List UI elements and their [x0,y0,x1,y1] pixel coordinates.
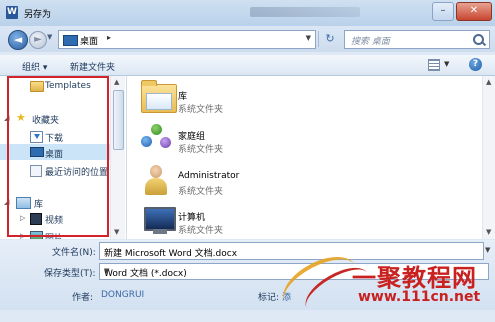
view-dropdown-icon[interactable]: ▼ [444,60,449,68]
forward-button[interactable]: ► [29,31,47,49]
nav-item-downloads[interactable]: 下载 [0,128,110,144]
change-view-icon[interactable] [428,59,440,71]
file-type: 系统文件夹 [178,145,224,155]
nav-item-label: 最近访问的位置 [45,168,109,178]
picture-icon [30,231,43,239]
address-bar[interactable]: 桌面 ▸ ▼ [58,30,316,49]
new-folder-button[interactable]: 新建文件夹 [70,60,115,73]
watermark-text: 一聚教程网 [352,263,477,292]
homegroup-icon [141,124,173,152]
file-name: 计算机 [178,213,206,223]
file-list-pane: 库 系统文件夹 家庭组 系统文件夹 Administrator 系统文件夹 计算… [127,76,482,239]
nav-item-label: Templates [45,81,91,91]
nav-item-pictures[interactable]: ▷ 图片 [0,228,110,239]
download-icon [30,131,43,143]
expand-arrow-icon[interactable]: ▷ [20,232,25,239]
search-input[interactable]: 搜索 桌面 [344,30,490,49]
file-item-computer[interactable]: 计算机 系统文件夹 [127,201,467,239]
nav-item-recent-places[interactable]: 最近访问的位置 [0,162,110,178]
nav-item-templates[interactable]: Templates [0,78,110,94]
file-item-libraries[interactable]: 库 系统文件夹 [127,80,467,118]
recent-places-icon [30,165,42,177]
help-icon[interactable]: ? [469,58,482,71]
nav-item-desktop[interactable]: 桌面 [0,144,110,160]
close-button[interactable]: ✕ [456,2,492,21]
scroll-thumb[interactable] [113,90,124,150]
filename-value[interactable]: 新建 Microsoft Word 文档.docx [104,246,237,259]
file-type: 系统文件夹 [178,226,224,236]
nav-item-label: 库 [34,200,44,210]
author-label: 作者: [72,293,94,303]
nav-item-favorites[interactable]: ◢ ★ 收藏夹 [0,110,110,126]
computer-icon [144,207,176,234]
nav-item-label: 收藏夹 [32,116,60,126]
scroll-down-arrow-icon[interactable]: ▼ [114,228,119,236]
file-type: 系统文件夹 [178,105,224,115]
author-value[interactable]: DONGRUI [101,290,144,300]
scroll-down-arrow-icon[interactable]: ▼ [486,228,491,236]
filename-dropdown-icon[interactable]: ▼ [485,246,490,254]
file-type: 系统文件夹 [178,187,224,197]
address-dropdown-icon[interactable]: ▼ [306,34,311,42]
address-location[interactable]: 桌面 [80,34,98,47]
nav-item-label: 下载 [45,134,64,144]
file-item-homegroup[interactable]: 家庭组 系统文件夹 [127,120,467,158]
filetype-label: 保存类型(T): [44,269,96,279]
library-icon [16,197,31,209]
file-name: 家庭组 [178,132,206,142]
desktop-icon [63,35,78,46]
filename-label: 文件名(N): [52,248,96,258]
word-app-icon: W [6,6,18,19]
nav-pane-scrollbar[interactable]: ▲ ▼ [110,76,125,239]
window-title: 另存为 [24,10,52,20]
nav-item-libraries[interactable]: ◢ 库 [0,194,110,210]
search-placeholder: 搜索 桌面 [351,37,390,47]
desktop-icon [30,147,44,157]
folder-icon [30,81,44,92]
collapse-arrow-icon[interactable]: ◢ [4,198,9,206]
blurred-background-title [250,7,360,17]
expand-arrow-icon[interactable]: ▷ [20,214,25,222]
title-bar: W 另存为 – ✕ [0,0,495,26]
star-icon: ★ [16,111,26,124]
breadcrumb-chevron-icon[interactable]: ▸ [107,33,111,42]
site-watermark: 一聚教程网 www.111cn.net [272,245,495,322]
watermark-url: www.111cn.net [358,289,481,305]
collapse-arrow-icon[interactable]: ◢ [4,114,9,122]
minimize-button[interactable]: – [432,2,454,21]
search-icon[interactable] [473,34,484,45]
library-folder-icon [141,80,177,113]
nav-item-label: 视频 [45,216,64,226]
command-toolbar: 组织 ▾ 新建文件夹 [0,55,495,76]
file-name: Administrator [178,171,240,181]
back-button[interactable]: ◄ [8,30,28,50]
scroll-up-arrow-icon[interactable]: ▲ [486,78,491,86]
video-icon [30,213,42,225]
nav-item-videos[interactable]: ▷ 视频 [0,210,110,226]
navigation-pane: Templates ◢ ★ 收藏夹 下载 桌面 最近访问的位置 ◢ 库 ▷ 视频… [0,76,127,239]
refresh-button[interactable]: ↻ [318,31,341,47]
nav-item-label: 桌面 [45,150,64,160]
file-item-administrator[interactable]: Administrator 系统文件夹 [127,162,467,200]
file-name: 库 [178,92,188,102]
scroll-up-arrow-icon[interactable]: ▲ [114,78,119,86]
nav-item-label: 图片 [45,234,64,239]
file-list-scrollbar[interactable]: ▲ ▼ [482,76,495,239]
organize-button[interactable]: 组织 ▾ [22,60,47,73]
user-folder-icon [145,165,167,195]
recent-pages-dropdown[interactable]: ▼ [47,33,52,41]
